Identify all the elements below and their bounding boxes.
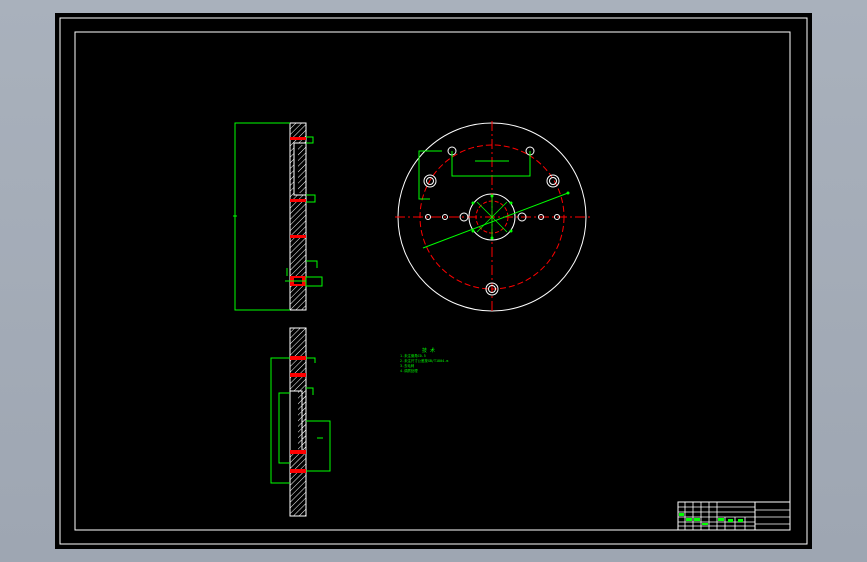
lower-dimension-outer	[270, 357, 290, 484]
dimension-height	[234, 122, 290, 311]
section-step-hatch	[298, 145, 306, 193]
section-bore-1	[290, 137, 306, 140]
lower-bore-4	[290, 469, 306, 473]
dimension-top-holes	[451, 151, 531, 177]
notes-line-4: 4.调质处理	[400, 368, 418, 373]
notes-heading: 技 术	[422, 347, 435, 354]
section-view-lower	[270, 327, 331, 517]
notes-line-1: 1.未注倒角C0.5	[400, 353, 426, 358]
lower-bore-2	[290, 373, 306, 377]
title-block	[677, 501, 791, 531]
bolt-hole-right	[546, 174, 560, 188]
lower-dimension-right	[306, 420, 331, 472]
section-bore-2	[290, 199, 306, 202]
dimension-top-2	[306, 194, 316, 203]
front-view-flange	[395, 121, 590, 313]
cad-drawing: 技 术 1.未注倒角C0.5 2.未注尺寸公差按GB/T1804-m 3.去毛刺…	[59, 17, 808, 545]
dimension-top-1	[306, 136, 314, 144]
lower-bore-3	[290, 450, 306, 454]
notes-line-2: 2.未注尺寸公差按GB/T1804-m	[400, 358, 448, 363]
cad-viewport[interactable]: 技 术 1.未注倒角C0.5 2.未注尺寸公差按GB/T1804-m 3.去毛刺…	[55, 13, 812, 549]
dimension-bottom-1	[306, 260, 318, 268]
technical-notes: 技 术 1.未注倒角C0.5 2.未注尺寸公差按GB/T1804-m 3.去毛刺…	[400, 347, 448, 373]
section-view-side	[233, 122, 323, 311]
dimension-bottom-box	[305, 276, 323, 287]
sheet-outer-border	[59, 17, 808, 545]
sheet-inner-border	[74, 31, 791, 531]
section-bore-3	[290, 235, 306, 238]
lower-dimension-inner	[278, 392, 290, 464]
lower-bore-1	[290, 356, 306, 360]
notes-line-3: 3.去毛刺	[400, 363, 415, 368]
